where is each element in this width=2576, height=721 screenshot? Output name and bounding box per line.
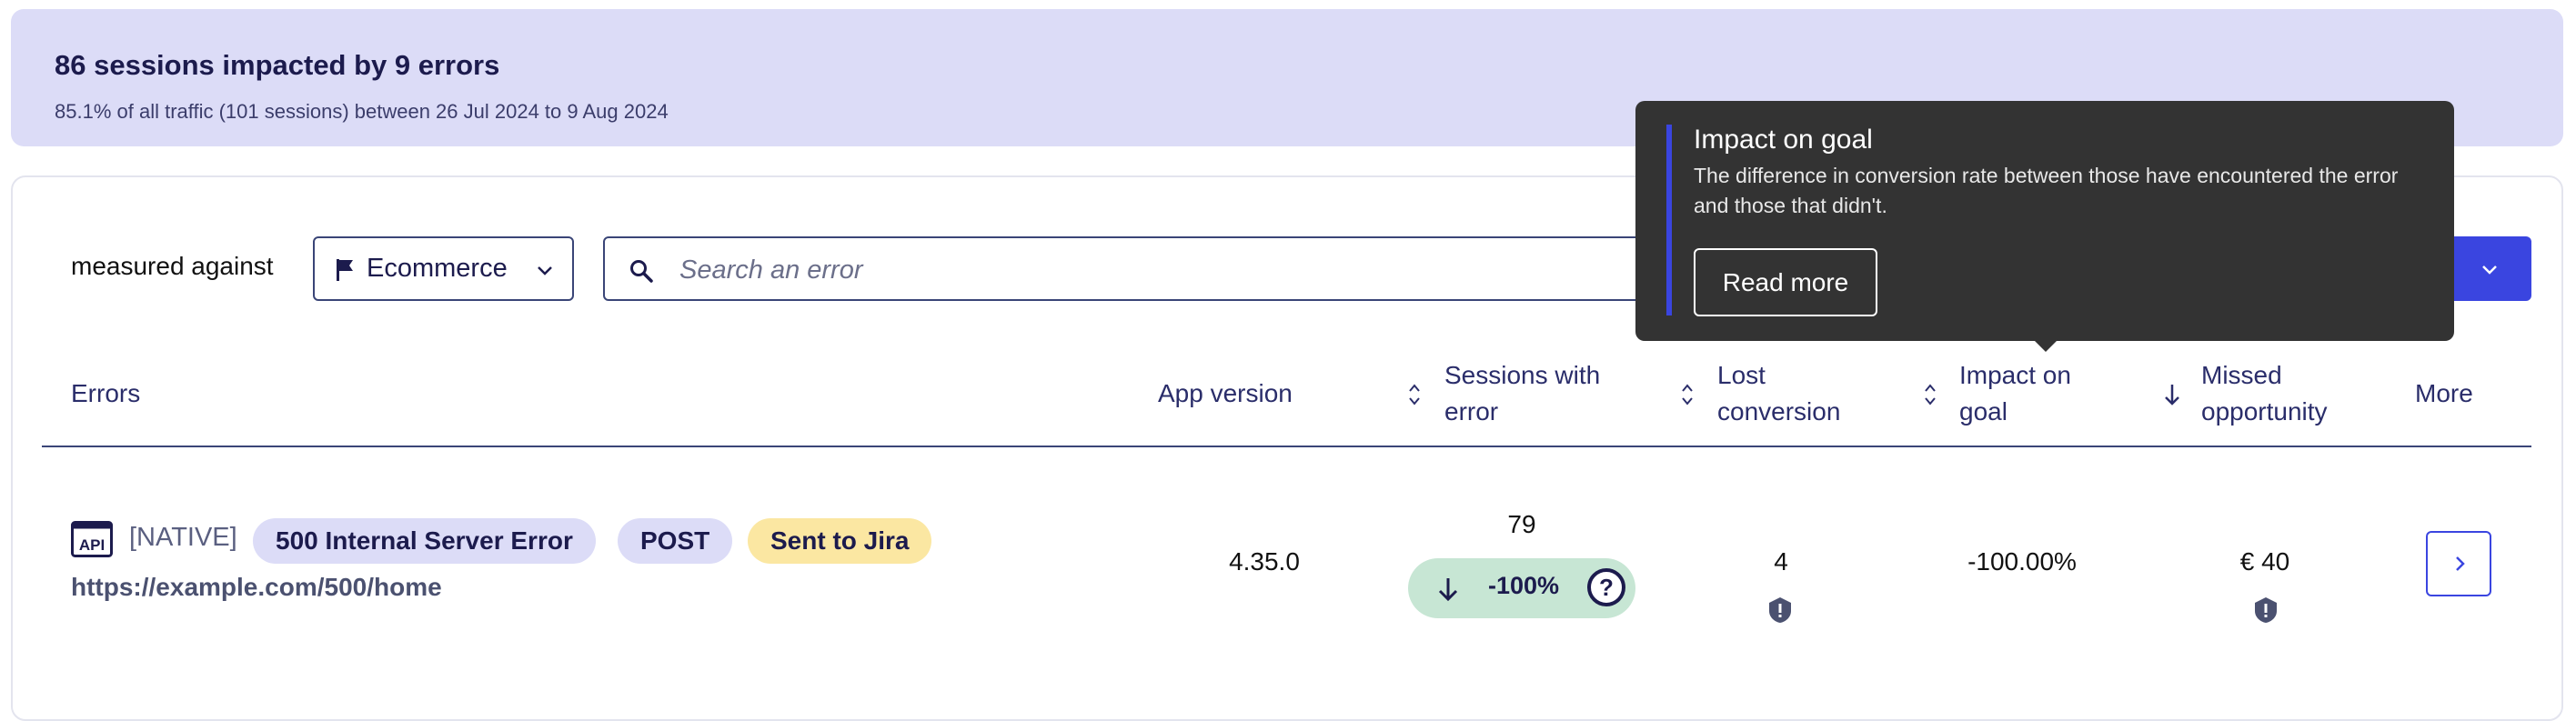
sort-icon[interactable]: [1922, 381, 1938, 408]
error-search: [603, 236, 1649, 301]
row-details-button[interactable]: [2426, 531, 2491, 596]
api-icon: API: [71, 521, 113, 557]
column-header-missed-line2: opportunity: [2201, 397, 2328, 426]
column-header-lost-line2: conversion: [1717, 397, 1841, 426]
table-header-divider: [42, 446, 2531, 447]
sessions-change-badge: -100% ?: [1408, 558, 1635, 618]
warning-shield-icon[interactable]: [2253, 596, 2279, 624]
app-version-value: 4.35.0: [1229, 547, 1300, 576]
summary-title: 86 sessions impacted by 9 errors: [55, 49, 500, 81]
help-icon[interactable]: ?: [1586, 567, 1626, 607]
error-url: https://example.com/500/home: [71, 573, 442, 601]
sort-icon[interactable]: [1406, 381, 1423, 408]
column-header-impact-line1: Impact on: [1959, 361, 2071, 389]
arrow-down-icon: [1438, 578, 1458, 602]
read-more-button[interactable]: Read more: [1694, 248, 1877, 316]
status-badge: 500 Internal Server Error: [253, 518, 596, 564]
tooltip-body: The difference in conversion rate betwee…: [1694, 164, 2399, 217]
search-input[interactable]: [678, 249, 1591, 291]
sessions-change-value: -100%: [1488, 572, 1560, 599]
svg-text:?: ?: [1599, 574, 1614, 601]
svg-text:API: API: [79, 536, 105, 554]
sessions-value: 79: [1507, 510, 1536, 538]
tooltip-pointer: [2033, 339, 2058, 352]
goal-select-value: Ecommerce: [367, 254, 508, 283]
lost-conversion-value: 4: [1774, 547, 1788, 576]
jira-badge: Sent to Jira: [748, 518, 932, 564]
chevron-down-icon: [538, 266, 552, 275]
tooltip-title: Impact on goal: [1694, 125, 1873, 155]
column-header-errors: Errors: [71, 379, 141, 407]
goal-select[interactable]: Ecommerce: [313, 236, 574, 301]
column-header-sessions-line2: error: [1444, 397, 1499, 426]
chevron-down-icon: [2482, 265, 2497, 275]
actions-dropdown-button[interactable]: [2447, 236, 2531, 301]
impact-on-goal-value: -100.00%: [1967, 547, 2077, 576]
column-header-app-version: App version: [1158, 379, 1293, 407]
column-header-lost-line1: Lost: [1717, 361, 1766, 389]
error-type-label: [NATIVE]: [129, 523, 237, 552]
summary-subtitle: 85.1% of all traffic (101 sessions) betw…: [55, 100, 669, 123]
sort-icon[interactable]: [1679, 381, 1696, 408]
column-header-impact-line2: goal: [1959, 397, 2007, 426]
measured-against-label: measured against: [71, 252, 274, 280]
column-header-missed-line1: Missed: [2201, 361, 2282, 389]
tooltip-accent-bar: [1666, 125, 1672, 315]
missed-opportunity-value: € 40: [2239, 547, 2290, 576]
column-header-lost-conversion[interactable]: Lost conversion: [1717, 357, 1840, 430]
method-badge: POST: [618, 518, 733, 564]
column-header-sessions-line1: Sessions with: [1444, 361, 1601, 389]
column-header-more: More: [2415, 379, 2473, 407]
column-header-sessions[interactable]: Sessions with error: [1444, 357, 1600, 430]
impact-on-goal-tooltip: Impact on goal The difference in convers…: [1635, 101, 2454, 352]
flag-icon: [337, 259, 353, 281]
column-header-missed-opportunity[interactable]: Missed opportunity: [2201, 357, 2328, 430]
sort-descending-icon[interactable]: [2163, 381, 2181, 408]
warning-shield-icon[interactable]: [1767, 596, 1793, 624]
search-icon: [630, 260, 653, 283]
chevron-right-icon: [2456, 556, 2465, 571]
column-header-impact-on-goal[interactable]: Impact on goal: [1959, 357, 2071, 430]
